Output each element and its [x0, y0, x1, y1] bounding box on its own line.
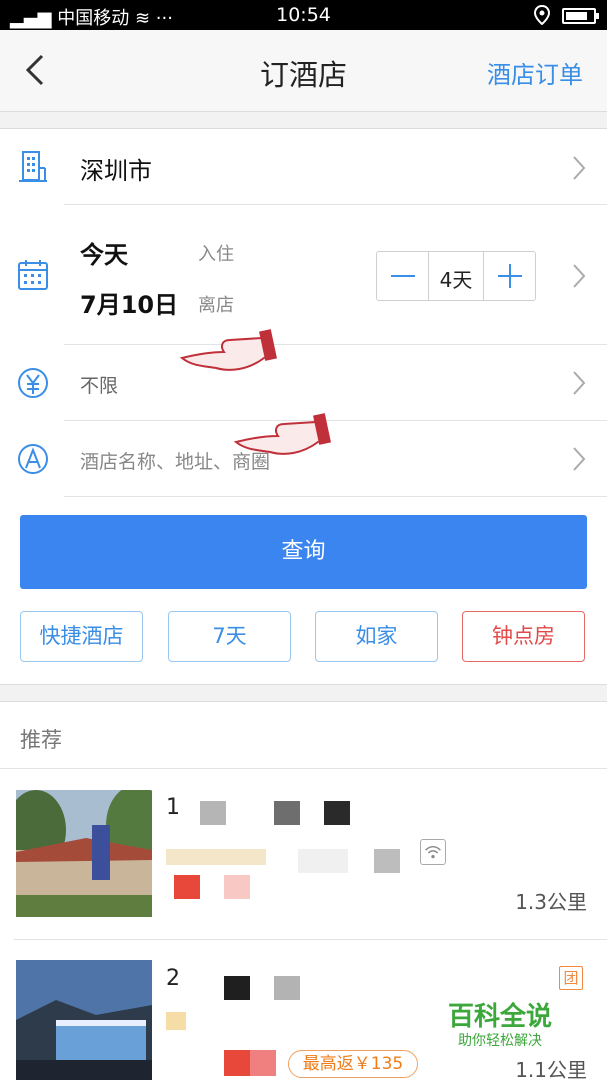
rebate-badge: 最高返￥135 — [288, 1050, 418, 1078]
tag-express-hotel[interactable]: 快捷酒店 — [20, 611, 143, 662]
pointing-hand-icon — [233, 413, 331, 455]
hotel-orders-link[interactable]: 酒店订单 — [487, 55, 583, 90]
divider — [64, 496, 607, 497]
date-selector[interactable]: 今天 入住 7月10日 离店 4天 — [0, 205, 607, 345]
pixelation-block — [224, 976, 250, 1000]
pixelation-block — [224, 875, 250, 899]
increase-nights-button[interactable] — [483, 252, 535, 300]
building-icon — [19, 151, 47, 182]
watermark-title: 百科全说 — [448, 1002, 553, 1032]
wifi-icon — [420, 839, 446, 865]
pixelation-block — [374, 849, 400, 873]
chevron-right-icon — [573, 447, 586, 471]
pointing-hand-icon — [179, 329, 277, 371]
hotel-distance: 1.1公里 — [515, 1058, 587, 1080]
price-filter-value: 不限 — [80, 375, 119, 397]
pixelation-block — [274, 801, 300, 825]
tag-hourly-room[interactable]: 钟点房 — [462, 611, 585, 662]
hotel-thumbnail — [16, 790, 152, 917]
location-icon — [533, 5, 551, 25]
hotel-thumbnail — [16, 960, 152, 1080]
minus-icon — [391, 275, 415, 277]
recommend-title: 推荐 — [20, 728, 62, 752]
nav-bar: 订酒店 酒店订单 — [0, 30, 607, 112]
yuan-icon — [18, 368, 48, 398]
chevron-right-icon — [573, 264, 586, 288]
address-icon — [18, 444, 48, 474]
hotel-index: 2 — [166, 966, 180, 991]
watermark: 百科全说 助你轻松解决 — [436, 996, 596, 1052]
pixelation-block — [200, 801, 226, 825]
watermark-subtitle: 助你轻松解决 — [458, 1033, 542, 1049]
pixelation-block — [324, 801, 350, 825]
pixelation-block — [250, 1050, 276, 1076]
chevron-right-icon — [573, 371, 586, 395]
tag-home-inn[interactable]: 如家 — [315, 611, 438, 662]
checkout-date: 7月10日 — [80, 291, 179, 319]
checkout-label: 离店 — [198, 295, 234, 316]
hotel-index: 1 — [166, 795, 180, 820]
checkin-date: 今天 — [80, 241, 128, 269]
tag-7days[interactable]: 7天 — [168, 611, 291, 662]
decrease-nights-button[interactable] — [377, 252, 429, 300]
plus-icon — [498, 264, 522, 288]
recommend-header: 推荐 — [0, 701, 607, 769]
star-rating — [166, 849, 266, 865]
search-button[interactable]: 查询 — [20, 515, 587, 589]
hotel-distance: 1.3公里 — [515, 890, 587, 914]
battery-icon — [562, 8, 599, 24]
group-buy-badge: 团 — [559, 966, 583, 990]
calendar-icon — [18, 260, 48, 290]
chevron-right-icon — [573, 156, 586, 180]
pixelation-block — [298, 849, 348, 873]
pixelation-block — [224, 1050, 250, 1076]
status-bar: ▂▄▆ 中国移动 ≋ ··· 10:54 — [0, 0, 607, 30]
nights-value: 4天 — [439, 268, 473, 292]
pixelation-block — [274, 976, 300, 1000]
clock: 10:54 — [276, 4, 331, 26]
pixelation-block — [174, 875, 200, 899]
city-label: 深圳市 — [80, 157, 152, 185]
city-selector[interactable]: 深圳市 — [0, 129, 607, 205]
hotel-list-item[interactable]: 1 1.3公里 — [0, 769, 607, 940]
nights-stepper: 4天 — [376, 251, 536, 301]
star-rating — [166, 1012, 186, 1030]
checkin-label: 入住 — [198, 244, 234, 265]
